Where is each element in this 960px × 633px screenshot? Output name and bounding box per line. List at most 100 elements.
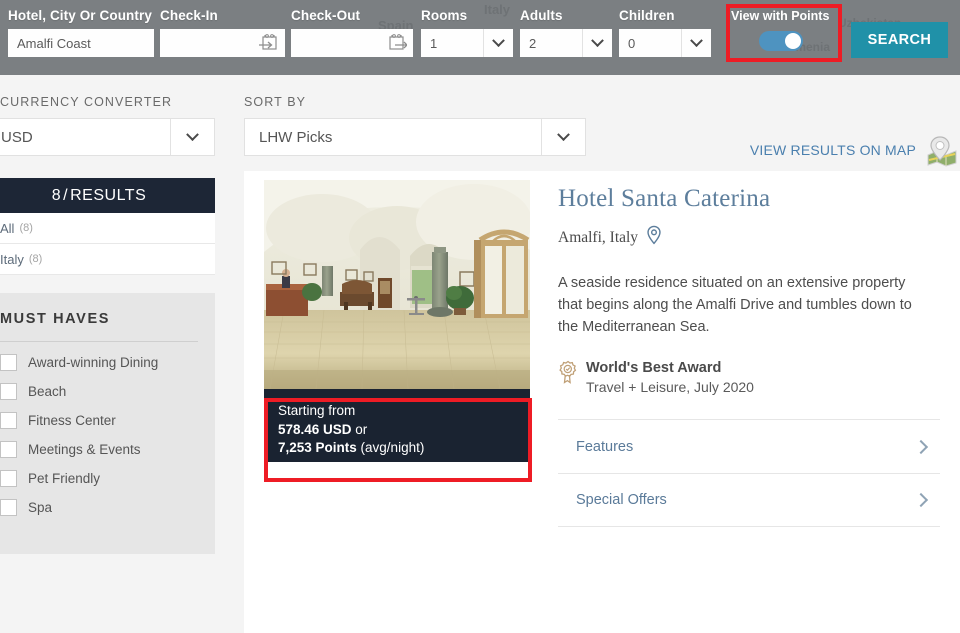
hotel-thumbnail[interactable]: [264, 180, 530, 389]
adults-select[interactable]: 2: [520, 29, 612, 57]
checkout-input[interactable]: [291, 29, 413, 57]
search-button[interactable]: SEARCH: [851, 22, 948, 58]
price-points: 7,253 Points: [278, 440, 357, 455]
must-haves-title: MUST HAVES: [0, 311, 110, 327]
location-pin-icon[interactable]: [646, 225, 662, 250]
chevron-down-icon[interactable]: [483, 29, 513, 57]
checkbox-icon[interactable]: [0, 412, 17, 429]
sort-by-label: SORT BY: [244, 95, 307, 109]
checkin-label: Check-In: [160, 8, 218, 23]
destination-label: Hotel, City Or Country: [8, 8, 152, 23]
children-label: Children: [619, 8, 675, 23]
must-haves-panel: MUST HAVES Award-winning Dining Beach Fi…: [0, 293, 215, 554]
price-amount: 578.46 USD: [278, 421, 352, 437]
filter-count: (8): [28, 253, 43, 265]
view-with-points-label: View with Points: [731, 9, 830, 23]
checkbox-meetings-events[interactable]: Meetings & Events: [0, 441, 198, 458]
accordion-label: Special Offers: [576, 492, 667, 508]
chevron-down-icon[interactable]: [582, 29, 612, 57]
checkbox-label: Beach: [28, 384, 67, 399]
filter-item-italy[interactable]: Italy (8): [0, 244, 215, 275]
checkbox-label: Pet Friendly: [28, 471, 101, 486]
award-source: Travel + Leisure, July 2020: [586, 379, 754, 395]
view-with-points-group: View with Points: [731, 9, 841, 57]
hotel-lobby-image: [264, 180, 530, 389]
chevron-down-icon[interactable]: [681, 29, 711, 57]
filter-name: All: [0, 220, 15, 236]
search-results-page: Spain Italy Uzbekistan Armenia Hotel, Ci…: [0, 0, 960, 633]
view-with-points-toggle[interactable]: [759, 31, 803, 51]
filter-name: Italy: [0, 251, 24, 267]
chevron-right-icon: [913, 492, 929, 508]
hotel-location-text: Amalfi, Italy: [558, 228, 639, 246]
accordion-list: Features Special Offers: [558, 419, 940, 527]
accordion-special-offers[interactable]: Special Offers: [558, 473, 940, 527]
hotel-name[interactable]: Hotel Santa Caterina: [558, 185, 942, 213]
checkbox-icon[interactable]: [0, 470, 17, 487]
price-points-suffix: (avg/night): [356, 440, 425, 455]
filter-item-all[interactable]: All (8): [0, 213, 215, 244]
accordion-features[interactable]: Features: [558, 419, 940, 473]
main-content: SORT BY LHW Picks VIEW RESULTS ON MAP St…: [244, 95, 960, 633]
sidebar: CURRENCY CONVERTER USD 8 / RESULTS All (…: [0, 95, 215, 554]
calendar-arrow-out-icon[interactable]: [387, 34, 408, 52]
children-value: 0: [628, 35, 636, 51]
results-slash: /: [63, 186, 69, 204]
chevron-down-icon[interactable]: [541, 119, 585, 155]
results-count-bar: 8 / RESULTS: [0, 178, 215, 213]
checkbox-award-winning-dining[interactable]: Award-winning Dining: [0, 354, 198, 371]
price-points-line: 7,253 Points (avg/night): [278, 439, 530, 458]
checkbox-icon[interactable]: [0, 354, 17, 371]
checkbox-label: Meetings & Events: [28, 442, 141, 457]
children-select[interactable]: 0: [619, 29, 711, 57]
checkbox-icon[interactable]: [0, 499, 17, 516]
checkin-field: Check-In: [160, 8, 285, 57]
sort-by-value: LHW Picks: [259, 128, 333, 146]
price-box: Starting from 578.46 USD or 7,253 Points…: [264, 389, 530, 462]
children-field: Children 0: [619, 8, 711, 57]
checkbox-icon[interactable]: [0, 441, 17, 458]
results-count: 8: [51, 186, 62, 204]
destination-input[interactable]: Amalfi Coast: [8, 29, 154, 57]
currency-converter-label: CURRENCY CONVERTER: [0, 95, 173, 109]
award-name: World's Best Award: [586, 360, 722, 376]
price-or: or: [351, 421, 368, 437]
rooms-field: Rooms 1: [421, 8, 513, 57]
checkbox-fitness-center[interactable]: Fitness Center: [0, 412, 198, 429]
sort-by-select[interactable]: LHW Picks: [244, 118, 586, 156]
checkout-field: Check-Out: [291, 8, 413, 57]
checkbox-icon[interactable]: [0, 383, 17, 400]
hotel-detail: Hotel Santa Caterina Amalfi, Italy A sea…: [558, 185, 942, 527]
rooms-label: Rooms: [421, 8, 468, 23]
checkbox-spa[interactable]: Spa: [0, 499, 198, 516]
adults-field: Adults 2: [520, 8, 612, 57]
destination-field: Hotel, City Or Country Amalfi Coast: [8, 8, 154, 57]
accordion-label: Features: [576, 438, 634, 455]
chevron-right-icon: [913, 439, 929, 454]
checkbox-label: Fitness Center: [28, 413, 116, 428]
rooms-value: 1: [430, 35, 438, 51]
map-pin-icon: [922, 133, 960, 167]
hotel-location: Amalfi, Italy: [558, 225, 942, 250]
checkbox-beach[interactable]: Beach: [0, 383, 198, 400]
checkbox-pet-friendly[interactable]: Pet Friendly: [0, 470, 198, 487]
checkbox-label: Spa: [28, 500, 53, 515]
checkin-input[interactable]: [160, 29, 285, 57]
divider: [0, 341, 198, 342]
adults-label: Adults: [520, 8, 563, 23]
price-usd-line: 578.46 USD or: [278, 421, 530, 440]
chevron-down-icon[interactable]: [170, 119, 214, 155]
checkout-label: Check-Out: [291, 8, 361, 23]
award-text: World's Best Award Travel + Leisure, Jul…: [586, 360, 754, 395]
view-results-on-map-link[interactable]: VIEW RESULTS ON MAP: [750, 133, 960, 167]
filter-count: (8): [19, 222, 33, 234]
toggle-knob: [785, 33, 801, 49]
view-results-on-map-label: VIEW RESULTS ON MAP: [749, 142, 916, 158]
rooms-select[interactable]: 1: [421, 29, 513, 57]
calendar-arrow-in-icon[interactable]: [259, 34, 279, 52]
adults-value: 2: [529, 35, 537, 51]
hotel-description: A seaside residence situated on an exten…: [558, 275, 912, 335]
award-block: World's Best Award Travel + Leisure, Jul…: [558, 360, 942, 395]
checkbox-label: Award-winning Dining: [28, 355, 159, 370]
currency-select[interactable]: USD: [0, 118, 215, 156]
